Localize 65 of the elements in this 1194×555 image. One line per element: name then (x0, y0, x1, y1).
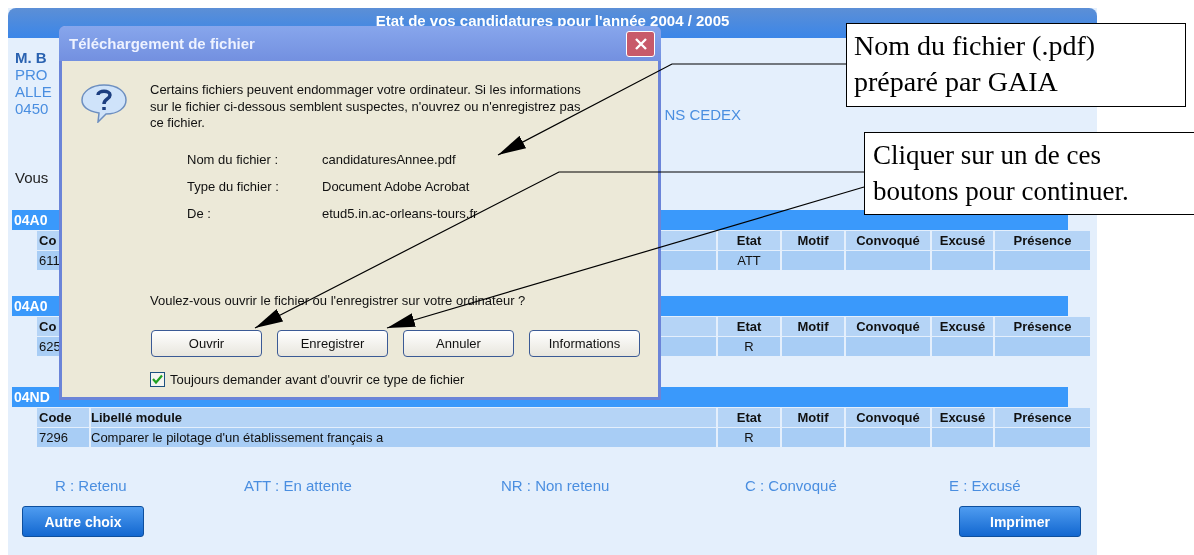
table-cell: Comparer le pilotage d'un établissement français a (91, 428, 716, 447)
table-cell (782, 428, 844, 447)
section-heading: 04A0 (14, 212, 48, 228)
page-button[interactable]: Autre choix (22, 506, 144, 537)
table-cell: 7296 (37, 428, 89, 447)
column-header: Présence (995, 317, 1090, 336)
legend-text: C : Convoqué (745, 477, 838, 494)
column-header: Motif (782, 408, 844, 427)
checkbox-label: Toujours demander avant d'ouvrir ce type de fichier (170, 371, 465, 387)
field-value: etud5.in.ac-orleans-tours.fr (322, 206, 478, 221)
legend-text: R : Retenu (55, 477, 128, 494)
column-header: Excusé (932, 408, 993, 427)
column-header: Excusé (932, 317, 993, 336)
column-header: Convoqué (846, 408, 930, 427)
column-header: Présence (995, 231, 1090, 250)
field-label: Type du fichier : (187, 179, 280, 194)
address-text: M. B (15, 49, 47, 66)
check-icon (152, 373, 163, 385)
table-cell (782, 337, 844, 356)
column-header: Présence (995, 408, 1090, 427)
field-value: Document Adobe Acrobat (322, 179, 470, 194)
dialog-title: Téléchargement de fichier (69, 35, 255, 52)
section-heading: 04ND (14, 389, 50, 405)
warning-message: Certains fichiers peuvent endommager votre ordinateur. Si les informations sur le fichier ci-dessous semblent suspectes, n'ouvrez ou n'enregistrez pas ce fichier. (150, 82, 582, 132)
column-header: Code (37, 408, 89, 427)
intro-text: Vous (15, 169, 49, 186)
callout-text: Cliquer sur un de ces boutons pour continuer. (873, 140, 1129, 206)
column-header: Etat (718, 317, 780, 336)
checkbox[interactable] (150, 371, 165, 387)
page-title: Etat de vos candidatures pour l'année 2004 / 2005 (375, 12, 730, 29)
column-header: Etat (718, 231, 780, 250)
address-text: PRO (15, 66, 48, 83)
section-heading: 04A0 (14, 298, 48, 314)
callout-text: Nom du fichier (.pdf) préparé par GAIA (854, 30, 1096, 97)
table-cell (932, 428, 993, 447)
legend-text: E : Excusé (949, 477, 1021, 494)
table-cell: ATT (718, 251, 780, 270)
column-header: Motif (782, 317, 844, 336)
column-header: Excusé (932, 231, 993, 250)
column-header: Motif (782, 231, 844, 250)
close-icon (633, 36, 648, 51)
question-icon (80, 83, 128, 123)
field-value: candidaturesAnnee.pdf (322, 152, 456, 167)
column-header: Libellé module (91, 408, 716, 427)
address-text: ALLE (15, 83, 52, 100)
legend-text: NR : Non retenu (501, 477, 611, 494)
legend-text: ATT : En attente (244, 477, 353, 494)
column-header: Convoqué (846, 231, 930, 250)
table-cell (932, 251, 993, 270)
table-cell (932, 337, 993, 356)
column-header: Etat (718, 408, 780, 427)
table-cell (782, 251, 844, 270)
table-cell: R (718, 337, 780, 356)
page-button[interactable]: Imprimer (959, 506, 1081, 537)
field-label: De : (187, 206, 212, 221)
table-cell: R (718, 428, 780, 447)
dialog-button[interactable]: Ouvrir (151, 329, 262, 357)
dialog-button[interactable]: Annuler (403, 329, 514, 357)
close-button[interactable] (626, 30, 655, 57)
column-header: Convoqué (846, 317, 930, 336)
address-text: 0450 (15, 100, 49, 117)
address-text: NS CEDEX (664, 106, 742, 123)
dialog-button[interactable]: Informations (529, 329, 640, 357)
dialog-button[interactable]: Enregistrer (277, 329, 388, 357)
field-label: Nom du fichier : (187, 152, 280, 167)
